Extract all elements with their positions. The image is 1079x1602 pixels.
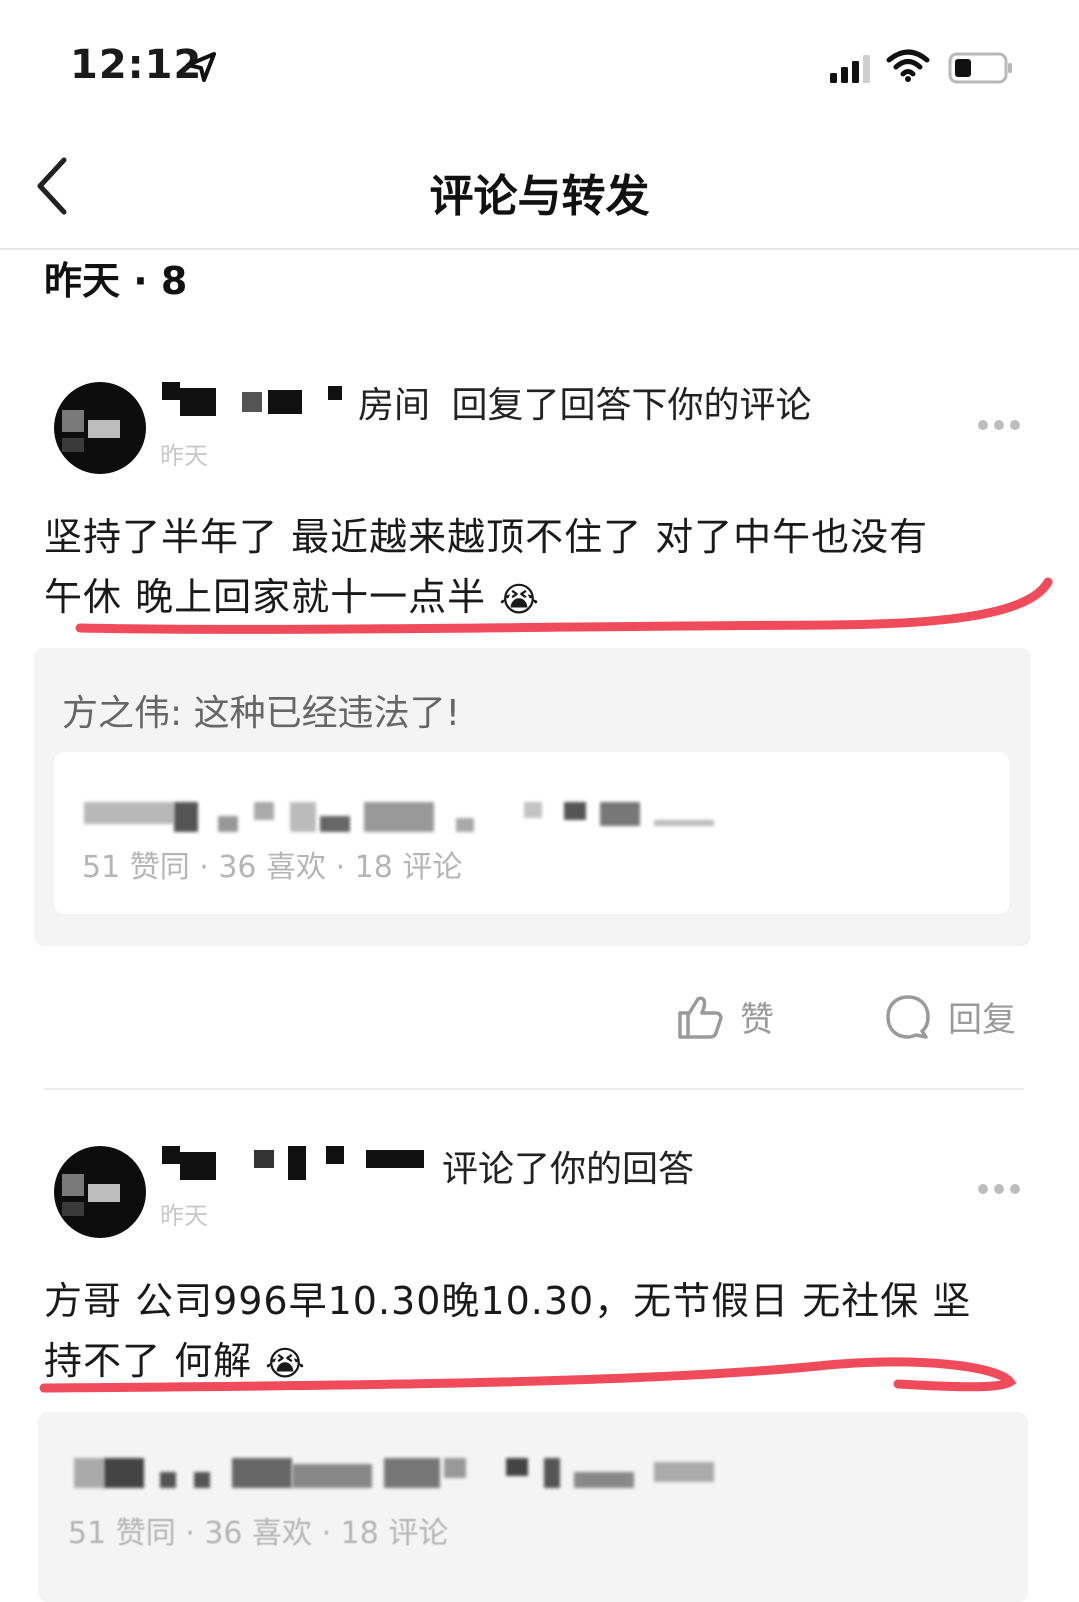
wifi-icon [886, 49, 930, 82]
battery-icon [948, 52, 1012, 84]
quoted-comment-box[interactable]: 方之伟: 这种已经违法了! 51 赞同 · 36 喜欢 · 18 评论 [34, 648, 1031, 946]
comment-text-line-1: 坚持了半年了 最近越来越顶不住了 对了中午也没有 [44, 515, 929, 559]
answer-card[interactable]: 51 赞同 · 36 喜欢 · 18 评论 [54, 752, 1009, 914]
reply-button[interactable]: 回复 [884, 992, 1016, 1041]
thumbs-up-icon [678, 996, 723, 1039]
page-title: 评论与转发 [429, 171, 650, 222]
like-label: 赞 [740, 1000, 774, 1040]
comment-bubble-icon [886, 994, 930, 1039]
notification-action: 评论了你的回答 [442, 1149, 695, 1190]
username-redacted[interactable] [162, 1146, 432, 1180]
answer-card[interactable]: 51 赞同 · 36 喜欢 · 18 评论 [38, 1412, 1028, 1602]
like-button[interactable]: 赞 [676, 992, 774, 1041]
more-options-icon[interactable] [978, 1184, 1022, 1196]
more-options-icon[interactable] [978, 420, 1022, 432]
notification-action: 房间 回复了回答下你的评论 [358, 376, 811, 428]
avatar[interactable] [54, 382, 146, 474]
username-redacted[interactable] [162, 382, 362, 416]
quoted-comment-text: 方之伟: 这种已经违法了! [62, 693, 461, 734]
red-underline-annotation [75, 577, 1053, 634]
red-underline-annotation [39, 1357, 1017, 1393]
answer-stats: 51 赞同 · 36 喜欢 · 18 评论 [68, 1516, 449, 1551]
item-divider [44, 1088, 1024, 1090]
answer-title-redacted [84, 802, 734, 832]
reply-label: 回复 [948, 1000, 1016, 1040]
action-text: 回复了回答下你的评论 [451, 385, 812, 426]
notification-time: 昨天 [160, 1202, 208, 1230]
answer-title-redacted [74, 1458, 754, 1488]
notification-time: 昨天 [160, 442, 208, 470]
answer-stats: 51 赞同 · 36 喜欢 · 18 评论 [82, 850, 463, 885]
comment-text-line-1: 方哥 公司996早10.30晚10.30，无节假日 无社保 坚 [44, 1279, 972, 1323]
cellular-signal-icon [830, 55, 870, 83]
username-suffix[interactable]: 房间 [358, 385, 430, 426]
status-time: 12:12 [70, 42, 203, 88]
section-date-header: 昨天 · 8 [44, 259, 188, 303]
avatar[interactable] [54, 1146, 146, 1238]
location-arrow-icon [186, 52, 216, 82]
